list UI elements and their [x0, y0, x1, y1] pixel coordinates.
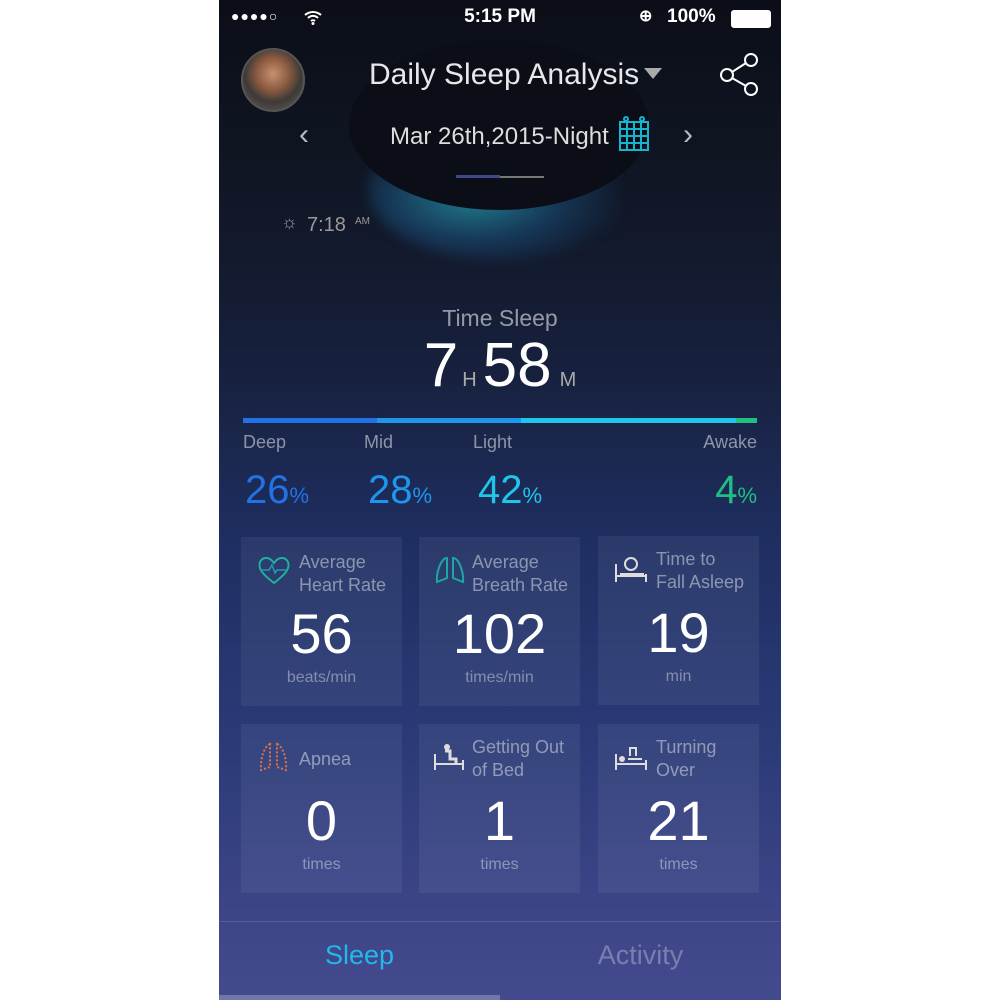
heart-icon [258, 557, 290, 585]
wake-ampm: AM [355, 216, 370, 227]
page-indicator-active [456, 175, 500, 178]
calendar-icon[interactable] [618, 116, 650, 152]
card-turning-over[interactable]: Turning Over 21 times [598, 724, 759, 893]
card-value: 19 [647, 601, 710, 664]
card-value: 1 [483, 789, 516, 852]
phase-value-light: 42% [478, 468, 543, 512]
phase-label-mid: Mid [364, 432, 394, 452]
page-indicator [500, 176, 544, 178]
card-unit: min [665, 668, 692, 685]
page-title[interactable]: Daily Sleep Analysis [369, 58, 639, 92]
phase-label-light: Light [473, 432, 513, 452]
next-day-button[interactable]: › [683, 118, 693, 152]
minutes-unit: M [559, 369, 577, 391]
sun-icon: ☼ [281, 212, 298, 232]
minutes-value: 58 [482, 331, 552, 400]
card-unit: times [302, 856, 341, 873]
card-unit: times/min [465, 669, 534, 686]
card-unit: times [659, 856, 698, 873]
card-value: 102 [452, 602, 547, 665]
phase-label-deep: Deep [243, 432, 287, 452]
card-apnea[interactable]: Apnea 0 times [241, 724, 402, 893]
bed-clock-icon [615, 557, 647, 582]
wake-time: 7:18 [307, 214, 346, 236]
phase-segment-light [520, 418, 737, 423]
card-value: 0 [305, 789, 338, 852]
card-unit: times [480, 856, 519, 873]
tab-activity[interactable]: Activity [500, 940, 781, 971]
lungs-icon [435, 556, 465, 584]
hours-unit: H [462, 369, 477, 391]
phase-segment-deep [243, 418, 377, 423]
card-out-of-bed[interactable]: Getting Out of Bed 1 times [419, 724, 580, 893]
phase-value-awake: 4% [715, 468, 757, 512]
time-sleep-label: Time Sleep [442, 305, 558, 331]
avatar[interactable] [241, 48, 305, 112]
card-unit: beats/min [286, 669, 357, 686]
sleep-phase-bar [243, 418, 757, 423]
share-icon[interactable] [719, 52, 761, 96]
tab-bar-divider [219, 921, 781, 922]
bed-sitting-icon [434, 744, 464, 770]
card-value: 56 [290, 602, 353, 665]
battery-percent: 100% [667, 6, 716, 27]
phase-segment-awake [736, 418, 757, 423]
card-heart-rate[interactable]: Average Heart Rate 56 beats/min [241, 537, 402, 706]
phase-value-mid: 28% [368, 468, 433, 512]
card-breath-rate[interactable]: Average Breath Rate 102 times/min [419, 537, 580, 706]
dropdown-icon[interactable] [644, 68, 662, 79]
lungs-hatched-icon [259, 742, 288, 772]
phase-segment-mid [376, 418, 521, 423]
previous-day-button[interactable]: ‹ [299, 118, 309, 152]
phase-value-deep: 26% [245, 468, 310, 512]
app-screen: ●●●●○ 5:15 PM ⊕ 100% Daily Sleep Analysi… [219, 0, 781, 1000]
card-fall-asleep[interactable]: Time to Fall Asleep 19 min [598, 536, 759, 705]
rotation-lock-icon: ⊕ [639, 8, 653, 25]
tab-sleep[interactable]: Sleep [219, 940, 500, 971]
tab-active-indicator [219, 995, 500, 1000]
battery-icon [731, 10, 771, 28]
card-value: 21 [647, 789, 710, 852]
date-label: Mar 26th,2015-Night [390, 123, 609, 150]
bed-turning-icon [615, 747, 647, 770]
time-sleep-value: 7 H58 M [219, 330, 781, 401]
hours-value: 7 [423, 331, 459, 400]
phase-label-awake: Awake [703, 432, 757, 452]
